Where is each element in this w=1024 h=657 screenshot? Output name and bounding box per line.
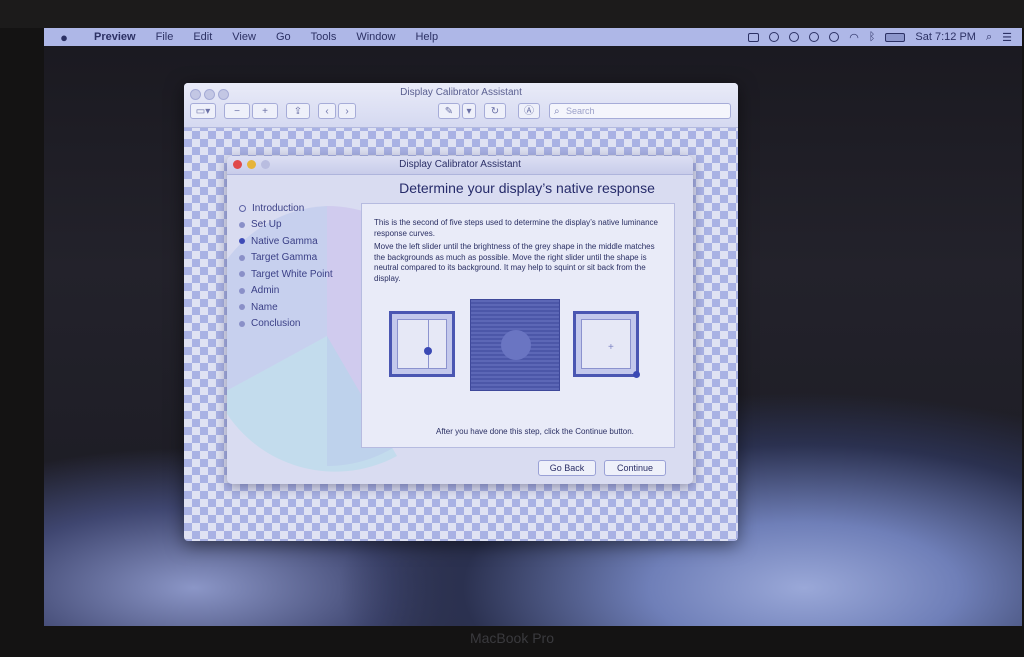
zoom-out-icon[interactable]: − bbox=[224, 103, 250, 119]
menu-bar: ● Preview File Edit View Go Tools Window… bbox=[44, 28, 1022, 46]
menu-app-name[interactable]: Preview bbox=[84, 31, 146, 43]
step-label: Introduction bbox=[252, 202, 305, 214]
screen-icon[interactable] bbox=[748, 32, 760, 42]
photo-bezel-top bbox=[0, 0, 1024, 28]
step-label: Conclusion bbox=[251, 318, 301, 330]
rotate-icon[interactable]: ↻ bbox=[484, 103, 506, 119]
step-native-gamma: Native Gamma bbox=[239, 233, 333, 250]
step-bullet-icon bbox=[239, 271, 245, 278]
menu-help[interactable]: Help bbox=[405, 31, 448, 43]
annotate-icon[interactable]: Ⓐ bbox=[518, 103, 540, 119]
step-bullet-icon bbox=[239, 304, 245, 311]
step-description: This is the second of five steps used to… bbox=[374, 218, 659, 238]
step-bullet-icon bbox=[239, 254, 245, 261]
calibrator-window-title: Display Calibrator Assistant bbox=[399, 159, 521, 170]
step-bullet-active-icon bbox=[239, 238, 245, 245]
step-conclusion: Conclusion bbox=[239, 316, 333, 333]
tint-slider-area: + bbox=[581, 319, 631, 369]
menu-view[interactable]: View bbox=[222, 31, 266, 43]
step-introduction: Introduction bbox=[239, 200, 333, 217]
step-instructions: Move the left slider until the brightnes… bbox=[374, 242, 655, 283]
next-page-icon[interactable]: › bbox=[338, 103, 356, 119]
tint-slider-pad[interactable]: + bbox=[573, 311, 640, 378]
spotlight-search-icon[interactable]: ⌕ bbox=[986, 31, 992, 44]
brightness-slider-area bbox=[397, 319, 447, 369]
brightness-slider-knob[interactable] bbox=[424, 347, 432, 355]
step-label: Set Up bbox=[251, 219, 282, 231]
status-icon[interactable] bbox=[769, 32, 780, 42]
markup-dropdown-icon[interactable]: ▾ bbox=[462, 103, 476, 119]
disk-icon[interactable] bbox=[809, 32, 820, 42]
apple-menu-icon[interactable]: ● bbox=[44, 30, 84, 45]
step-content-panel: This is the second of five steps used to… bbox=[361, 203, 675, 448]
menu-file[interactable]: File bbox=[146, 31, 184, 43]
menu-clock[interactable]: Sat 7:12 PM bbox=[915, 31, 976, 43]
step-label: Name bbox=[251, 301, 278, 313]
step-name: Name bbox=[239, 299, 333, 316]
brightness-slider-pad[interactable] bbox=[389, 311, 455, 377]
step-label: Native Gamma bbox=[251, 235, 318, 247]
step-bullet-icon bbox=[239, 320, 245, 327]
calibration-steps-list: Introduction Set Up Native Gamma Target … bbox=[239, 200, 333, 332]
gamma-test-pattern bbox=[470, 299, 560, 391]
step-target-gamma: Target Gamma bbox=[239, 250, 333, 267]
previous-page-icon[interactable]: ‹ bbox=[318, 103, 336, 119]
notification-center-icon[interactable]: ☰ bbox=[1002, 31, 1012, 44]
device-brand-label: MacBook Pro bbox=[469, 630, 555, 646]
menu-extras: ◠ ᛒ Sat 7:12 PM ⌕ ☰ bbox=[748, 31, 1022, 44]
menu-go[interactable]: Go bbox=[266, 31, 301, 43]
menu-edit[interactable]: Edit bbox=[183, 31, 222, 43]
zoom-in-icon[interactable]: + bbox=[252, 103, 278, 119]
sync-icon[interactable] bbox=[789, 32, 800, 42]
calibrator-titlebar: Display Calibrator Assistant bbox=[227, 156, 693, 175]
step-label: Target Gamma bbox=[251, 252, 318, 264]
crosshair-icon: + bbox=[608, 342, 614, 353]
step-set-up: Set Up bbox=[239, 217, 333, 234]
calibrator-step-heading: Determine your display’s native response bbox=[399, 180, 655, 196]
preview-search-field[interactable]: ⌕ Search bbox=[549, 103, 731, 119]
share-icon[interactable]: ⇪ bbox=[286, 103, 310, 119]
step-admin: Admin bbox=[239, 283, 333, 300]
time-machine-icon[interactable] bbox=[829, 32, 840, 42]
search-placeholder: Search bbox=[566, 106, 595, 116]
preview-toolbar: Display Calibrator Assistant ▭▾ − + ⇪ ‹ … bbox=[184, 83, 738, 128]
continue-button[interactable]: Continue bbox=[604, 460, 666, 476]
menu-tools[interactable]: Tools bbox=[301, 31, 347, 43]
bluetooth-icon[interactable]: ᛒ bbox=[869, 31, 876, 43]
step-bullet-icon bbox=[239, 204, 246, 212]
search-icon: ⌕ bbox=[554, 106, 560, 117]
step-label: Target White Point bbox=[251, 268, 333, 280]
brightness-slider-track bbox=[428, 320, 429, 368]
battery-icon[interactable] bbox=[885, 32, 906, 42]
continue-instructions: After you have done this step, click the… bbox=[436, 427, 634, 436]
tint-slider-knob[interactable] bbox=[633, 371, 640, 378]
go-back-button[interactable]: Go Back bbox=[538, 460, 596, 476]
menu-window[interactable]: Window bbox=[346, 31, 405, 43]
step-bullet-icon bbox=[239, 287, 245, 294]
step-target-white-point: Target White Point bbox=[239, 266, 333, 283]
preview-window-title: Display Calibrator Assistant bbox=[400, 87, 522, 98]
step-bullet-icon bbox=[239, 221, 245, 228]
sidebar-toggle-icon[interactable]: ▭▾ bbox=[190, 103, 216, 119]
calibrator-window: Display Calibrator Assistant Determine y… bbox=[227, 156, 693, 484]
gamma-grey-shape bbox=[501, 330, 531, 360]
markup-pen-icon[interactable]: ✎ bbox=[438, 103, 460, 119]
step-label: Admin bbox=[251, 285, 280, 297]
wifi-icon[interactable]: ◠ bbox=[849, 31, 859, 44]
